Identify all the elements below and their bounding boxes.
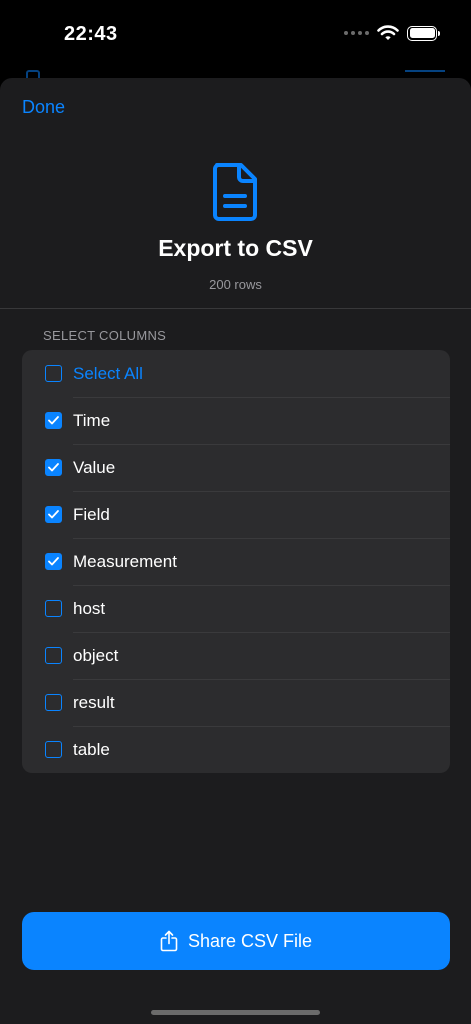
wifi-icon <box>377 25 399 40</box>
checkbox-checked-icon[interactable] <box>45 412 62 429</box>
column-row-host[interactable]: host <box>22 585 450 632</box>
document-icon <box>213 163 257 221</box>
column-label: table <box>73 739 110 759</box>
column-label: host <box>73 598 106 618</box>
header-divider <box>0 308 471 309</box>
column-row-object[interactable]: object <box>22 632 450 679</box>
done-button[interactable]: Done <box>22 97 65 118</box>
column-row-value[interactable]: Value <box>22 444 450 491</box>
column-label: Value <box>73 457 116 477</box>
select-all-checkbox-icon[interactable] <box>45 365 62 382</box>
column-row-measurement[interactable]: Measurement <box>22 538 450 585</box>
checkbox-checked-icon[interactable] <box>45 553 62 570</box>
row-count: 200 rows <box>209 277 262 292</box>
section-label: SELECT COLUMNS <box>43 328 167 343</box>
share-csv-button[interactable]: Share CSV File <box>22 912 450 970</box>
status-time: 22:43 <box>64 23 118 45</box>
sheet-title: Export to CSV <box>158 235 313 261</box>
checkbox-unchecked-icon[interactable] <box>45 741 62 758</box>
signal-dots-icon <box>344 31 369 35</box>
column-row-time[interactable]: Time <box>22 397 450 444</box>
column-row-field[interactable]: Field <box>22 491 450 538</box>
share-icon <box>160 930 178 952</box>
column-label: Measurement <box>73 551 177 571</box>
column-list: Select All Time Value Field Measurement host… <box>22 350 450 773</box>
status-icons <box>344 25 440 41</box>
status-bar: 22:43 <box>0 0 471 70</box>
checkbox-unchecked-icon[interactable] <box>45 647 62 664</box>
checkbox-checked-icon[interactable] <box>45 506 62 523</box>
export-sheet: Done Export to CSV 200 rows SELECT COLUM… <box>0 78 471 1024</box>
home-indicator <box>151 1010 320 1015</box>
checkbox-unchecked-icon[interactable] <box>45 694 62 711</box>
select-all-label: Select All <box>73 363 143 383</box>
column-label: Time <box>73 410 111 430</box>
column-label: Field <box>73 504 110 524</box>
column-row-result[interactable]: result <box>22 679 450 726</box>
share-button-label: Share CSV File <box>187 930 313 951</box>
select-all-row[interactable]: Select All <box>22 350 450 397</box>
column-label: object <box>73 645 119 665</box>
column-row-table[interactable]: table <box>22 726 450 773</box>
checkbox-checked-icon[interactable] <box>45 459 62 476</box>
column-label: result <box>73 692 115 712</box>
checkbox-unchecked-icon[interactable] <box>45 600 62 617</box>
battery-icon <box>407 25 440 41</box>
